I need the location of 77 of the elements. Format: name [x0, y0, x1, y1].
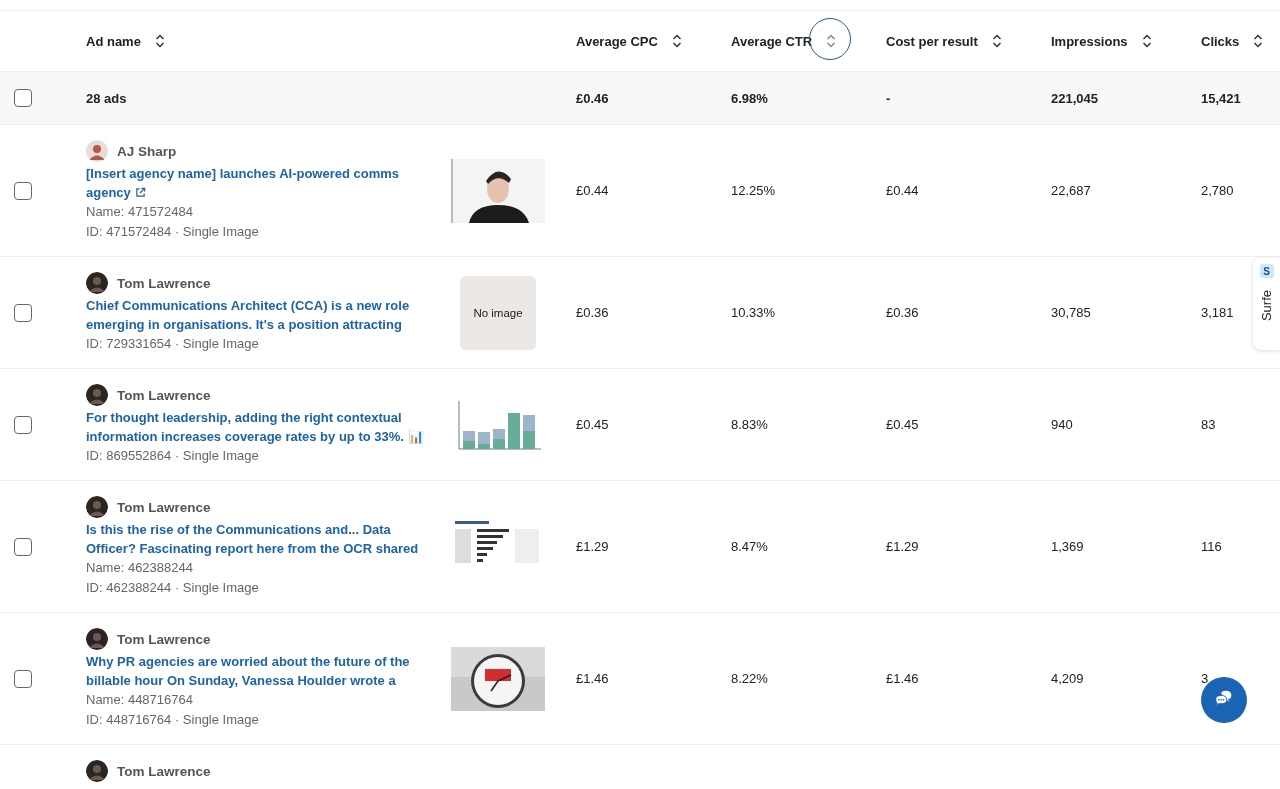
checkbox[interactable] — [14, 669, 32, 688]
sort-icon[interactable] — [1253, 34, 1264, 48]
avatar-icon — [86, 760, 108, 782]
avatar-icon — [86, 384, 108, 406]
table-cell-text: 2,780 — [1201, 183, 1235, 198]
ad-meta-text: ID: 448716764 · Single Image — [86, 711, 260, 729]
side-tab-label: Surfe — [1259, 290, 1274, 322]
table-cell-text: 12.25% — [731, 183, 777, 198]
checkbox[interactable] — [14, 415, 32, 434]
ad-title-link[interactable]: Chief Communications Architect (CCA) is a new role emerging in organisations. It's a position attracting — [86, 297, 436, 334]
side-tab[interactable]: S Surfe — [1253, 258, 1280, 350]
table-cell-text: £0.45 — [576, 417, 610, 432]
table-cell-text: 30,785 — [1051, 305, 1092, 320]
table-cell-text: 116 — [1201, 539, 1223, 554]
ad-meta-text: ID: 869552864 · Single Image — [86, 447, 260, 465]
avatar-icon — [86, 272, 108, 294]
table-cell-text: £1.46 — [576, 671, 610, 686]
column-header[interactable]: Average CTR — [731, 33, 813, 49]
sort-icon[interactable] — [991, 34, 1002, 48]
ad-title-link[interactable]: Is this the rise of the Communications and... Data Officer? Fascinating report here from the OCR shared — [86, 521, 436, 558]
avatar-icon — [86, 628, 108, 650]
checkbox[interactable] — [14, 181, 32, 200]
table-cell-text: 8.83% — [731, 417, 769, 432]
table-cell-text: 940 — [1051, 417, 1074, 432]
avatar-icon — [86, 140, 108, 162]
logo-icon: S — [1259, 264, 1274, 278]
ad-meta-text: ID: 471572484 · Single Image — [86, 223, 260, 241]
table-cell-text: 3 — [1201, 671, 1210, 686]
table-cell-text: £0.36 — [886, 305, 920, 320]
table-cell-text: £0.44 — [886, 183, 920, 198]
table-cell-text: £1.29 — [576, 539, 610, 554]
author-name: Tom Lawrence — [117, 275, 211, 291]
external-link-icon[interactable] — [134, 186, 146, 198]
ad-meta-text: ID: 462388244 · Single Image — [86, 579, 260, 597]
table-cell-text: 6.98% — [731, 90, 769, 106]
column-header[interactable]: Ad name — [86, 33, 141, 49]
table-cell-text: £0.45 — [886, 417, 920, 432]
checkbox[interactable] — [14, 89, 32, 107]
avatar-icon — [86, 496, 108, 518]
ad-name-text: Name: 448716764 — [86, 691, 194, 709]
column-header[interactable]: Average CPC — [576, 33, 658, 49]
table-cell-text: 28 ads — [86, 90, 128, 106]
table-cell-text: 8.47% — [731, 539, 769, 554]
table-cell-text: 15,421 — [1201, 90, 1242, 106]
table-cell-text: £0.36 — [576, 305, 610, 320]
table-cell-text: - — [886, 90, 892, 106]
table-cell-text: 4,209 — [1051, 671, 1085, 686]
sort-icon[interactable] — [154, 34, 165, 48]
column-header[interactable]: Clicks — [1201, 33, 1240, 49]
table-cell-text: £1.46 — [886, 671, 920, 686]
ad-title-link[interactable]: For thought leadership, adding the right contextual information increases coverage rates by up to 33%. 📊 — [86, 409, 436, 446]
ad-name-text: Name: 471572484 — [86, 203, 194, 221]
no-image-text: No image — [473, 306, 523, 319]
table-cell-text: 10.33% — [731, 305, 777, 320]
table-cell-text: 8.22% — [731, 671, 769, 686]
table-cell-text: 1,369 — [1051, 539, 1085, 554]
checkbox[interactable] — [14, 537, 32, 556]
table-cell-text: £1.29 — [886, 539, 920, 554]
ad-name-text: Name: 462388244 — [86, 559, 194, 577]
table-cell-text: £0.46 — [576, 90, 610, 106]
author-name: Tom Lawrence — [117, 387, 211, 403]
author-name: AJ Sharp — [117, 143, 177, 159]
sort-icon[interactable] — [671, 34, 682, 48]
author-name: Tom Lawrence — [117, 763, 211, 779]
sort-icon[interactable] — [1141, 34, 1152, 48]
ad-title-link[interactable]: [Insert agency name] launches AI-powered comms agency — [86, 165, 436, 202]
author-name: Tom Lawrence — [117, 631, 211, 647]
table-cell-text: 22,687 — [1051, 183, 1092, 198]
table-cell-text: 83 — [1201, 417, 1217, 432]
table-cell-text: 221,045 — [1051, 90, 1099, 106]
author-name: Tom Lawrence — [117, 499, 211, 515]
column-header[interactable]: Cost per result — [886, 33, 978, 49]
column-header[interactable]: Impressions — [1051, 33, 1128, 49]
checkbox[interactable] — [14, 303, 32, 322]
ad-meta-text: ID: 729331654 · Single Image — [86, 335, 260, 353]
table-cell-text: £0.44 — [576, 183, 610, 198]
ad-title-link[interactable]: Why PR agencies are worried about the future of the billable hour On Sunday, Vanessa Houlder wrote a — [86, 653, 436, 690]
